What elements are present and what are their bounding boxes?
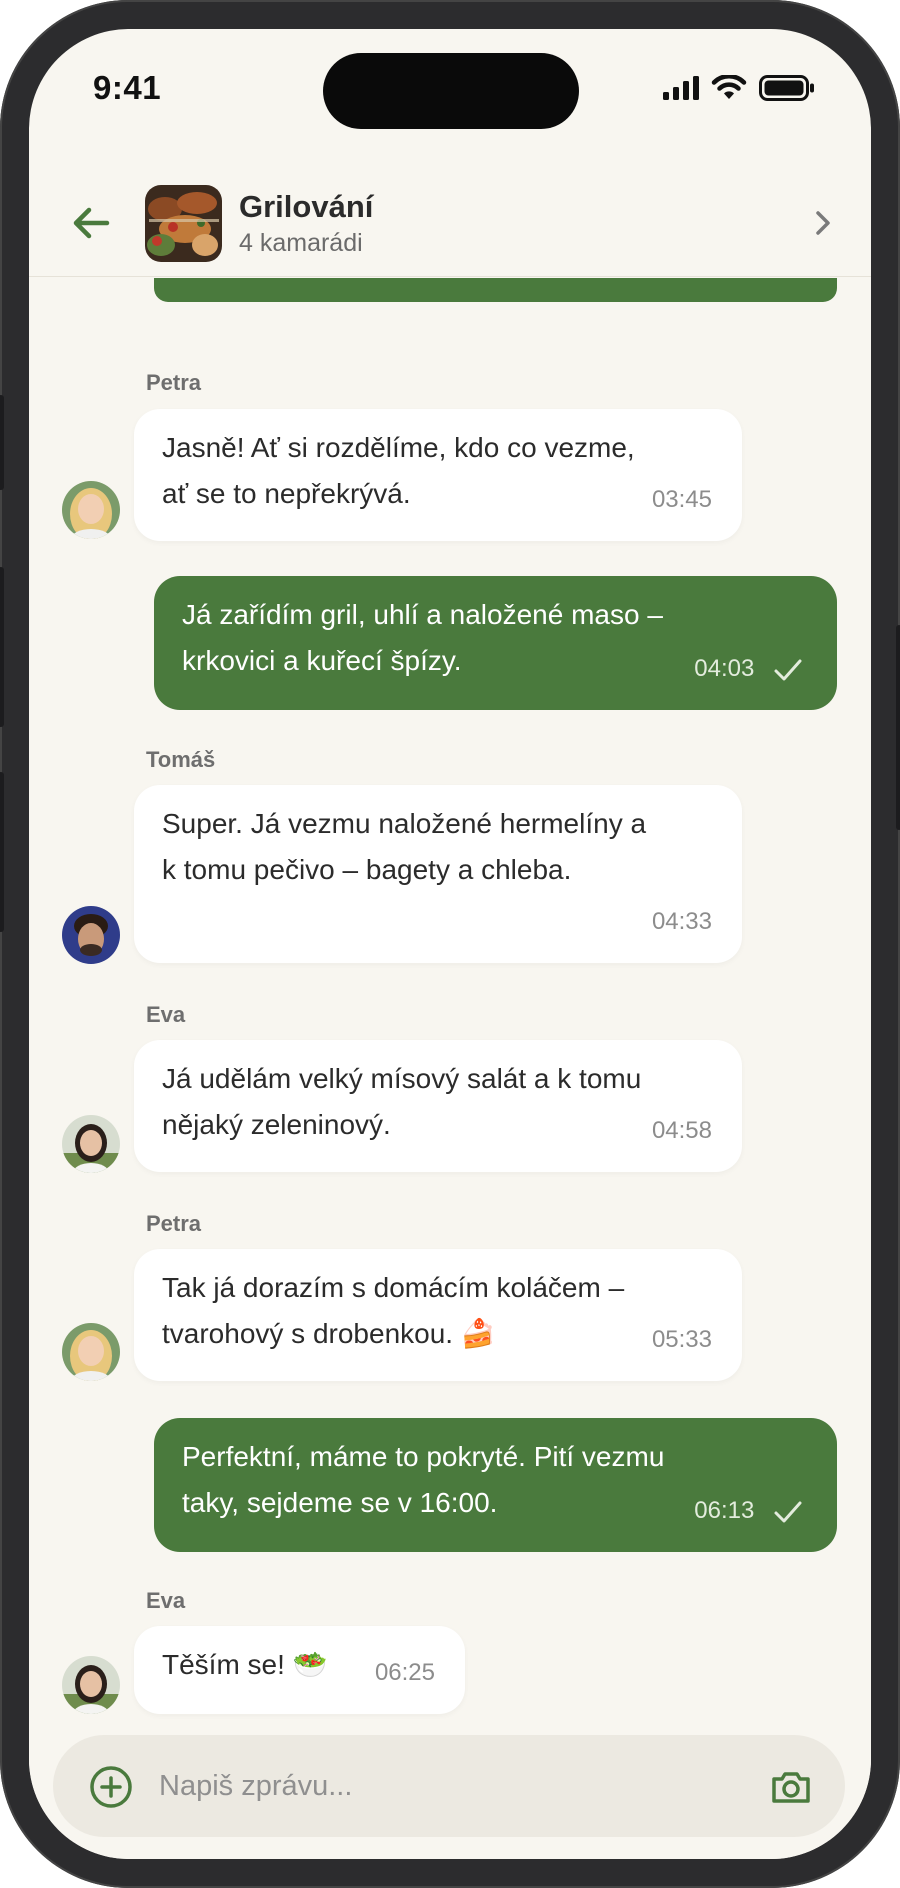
camera-icon[interactable]	[769, 1765, 813, 1809]
chat-member-count: 4 kamarádi	[239, 229, 363, 257]
avatar-petra[interactable]	[62, 481, 120, 539]
volume-down-button	[0, 772, 4, 932]
message-text: Tak já dorazím s domácím koláčem –	[162, 1272, 625, 1303]
message-bubble-incoming[interactable]: Tak já dorazím s domácím koláčem – tvaro…	[134, 1249, 742, 1381]
composer-bar	[29, 1723, 871, 1859]
screen: 9:41 Grilování 4 kamarádi Petra Jasně! A…	[29, 29, 871, 1859]
avatar-eva[interactable]	[62, 1656, 120, 1714]
chevron-right-icon[interactable]	[803, 203, 843, 243]
message-text: nějaký zeleninový.	[162, 1109, 391, 1140]
message-time: 06:25	[374, 1659, 435, 1686]
message-list[interactable]: Petra Jasně! Ať si rozdělíme, kdo co vez…	[29, 278, 871, 1722]
message-sender: Tomáš	[146, 747, 216, 772]
phone-frame: 9:41 Grilování 4 kamarádi Petra Jasně! A…	[0, 0, 900, 1888]
message-time: 04:33	[651, 908, 712, 935]
message-meta: 06:13	[694, 1488, 803, 1534]
message-time: 04:58	[651, 1117, 712, 1144]
message-time: 03:45	[651, 486, 712, 513]
message-text: Já zařídím gril, uhlí a naložené maso –	[182, 599, 663, 630]
message-bubble-incoming[interactable]: Super. Já vezmu naložené hermelíny a k t…	[134, 785, 742, 963]
message-sender: Eva	[146, 1002, 186, 1027]
message-bubble-incoming[interactable]: Já udělám velký mísový salát a k tomu ně…	[134, 1040, 742, 1172]
battery-icon	[759, 75, 814, 101]
wifi-icon	[711, 75, 747, 99]
action-button	[0, 395, 4, 490]
previous-outgoing-bubble	[154, 278, 837, 302]
composer	[53, 1735, 845, 1837]
dynamic-island	[323, 53, 579, 129]
group-avatar[interactable]	[145, 185, 222, 262]
checkmark-icon	[774, 1501, 802, 1523]
message-text: Těším se!	[162, 1649, 285, 1680]
message-emoji: 🍰	[460, 1318, 496, 1349]
avatar-tomas[interactable]	[62, 906, 120, 964]
chat-title: Grilování	[239, 189, 374, 224]
message-bubble-outgoing[interactable]: Já zařídím gril, uhlí a naložené maso – …	[154, 576, 837, 710]
message-text: Perfektní, máme to pokryté. Pití vezmu	[182, 1441, 665, 1472]
cellular-signal-icon	[663, 76, 699, 100]
volume-up-button	[0, 567, 4, 727]
status-time: 9:41	[93, 69, 162, 106]
message-input[interactable]	[159, 1759, 719, 1813]
message-text: tvarohový s drobenkou.	[162, 1318, 454, 1349]
chat-header: Grilování 4 kamarádi	[29, 169, 871, 277]
message-text: Super. Já vezmu naložené hermelíny a	[162, 808, 647, 839]
checkmark-icon	[774, 659, 802, 681]
avatar-eva[interactable]	[62, 1115, 120, 1173]
status-icons	[663, 75, 815, 101]
message-time: 04:03	[694, 655, 755, 682]
avatar-petra[interactable]	[62, 1323, 120, 1381]
message-sender: Eva	[146, 1588, 186, 1613]
message-text: Jasně! Ať si rozdělíme, kdo co vezme,	[162, 432, 635, 463]
message-text: ať se to nepřekrývá.	[162, 478, 411, 509]
message-sender: Petra	[146, 1211, 202, 1236]
message-emoji: 🥗	[292, 1649, 328, 1680]
message-bubble-incoming[interactable]: Jasně! Ať si rozdělíme, kdo co vezme, ať…	[134, 409, 742, 541]
power-button	[896, 625, 900, 830]
message-time: 05:33	[651, 1326, 712, 1353]
plus-circle-icon[interactable]	[89, 1765, 133, 1809]
message-bubble-outgoing[interactable]: Perfektní, máme to pokryté. Pití vezmu t…	[154, 1418, 837, 1552]
arrow-left-icon[interactable]	[69, 201, 113, 245]
message-sender: Petra	[146, 370, 202, 395]
message-text: k tomu pečivo – bagety a chleba.	[162, 854, 572, 885]
message-text: Já udělám velký mísový salát a k tomu	[162, 1063, 642, 1094]
message-time: 06:13	[694, 1497, 755, 1524]
message-meta: 04:03	[694, 646, 803, 692]
message-bubble-incoming[interactable]: Těším se! 🥗 06:25	[134, 1626, 465, 1714]
